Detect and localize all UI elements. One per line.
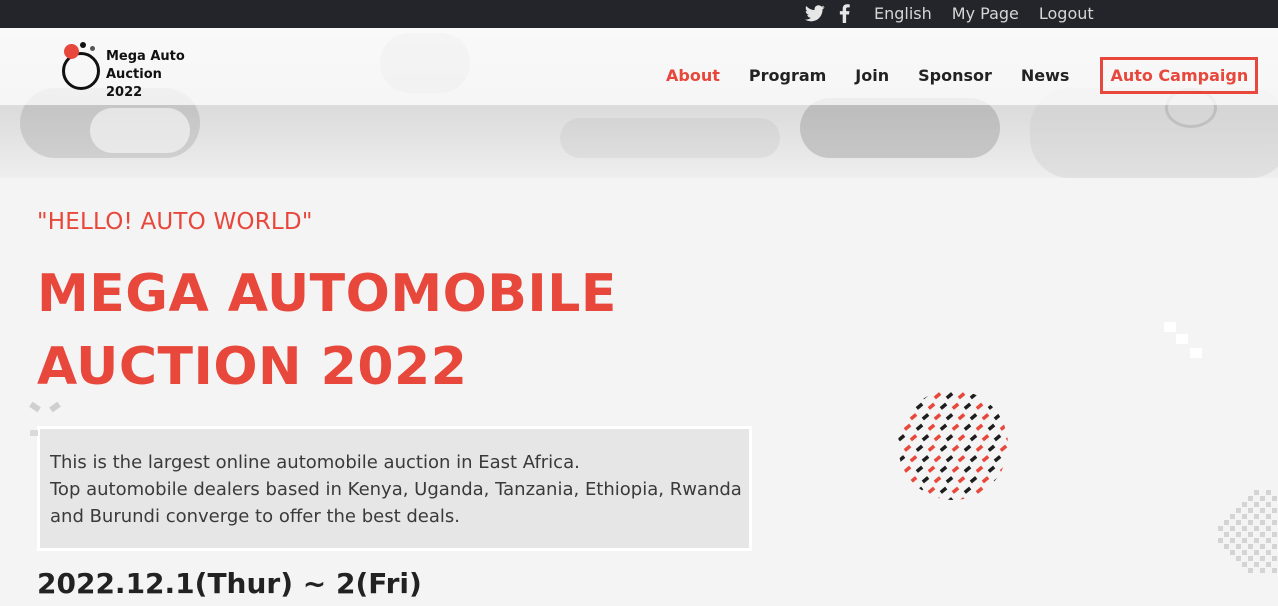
my-page-link[interactable]: My Page — [952, 4, 1019, 23]
site-logo[interactable]: Mega Auto Auction 2022 — [62, 42, 202, 100]
logo-line-1: Mega Auto — [106, 49, 185, 64]
logo-text: Mega Auto Auction 2022 — [106, 48, 202, 102]
hero-title: MEGA AUTOMOBILE AUCTION 2022 — [37, 258, 617, 404]
logo-dot — [64, 44, 79, 59]
description-line-1: This is the largest online automobile au… — [50, 452, 580, 473]
language-link[interactable]: English — [874, 4, 932, 23]
description-line-3: and Burundi converge to offer the best d… — [50, 506, 461, 527]
description-line-2: Top automobile dealers based in Kenya, U… — [50, 479, 742, 500]
twitter-icon[interactable] — [805, 3, 825, 23]
top-utility-bar: English My Page Logout — [0, 0, 1278, 28]
decorative-dot-circle-icon — [898, 392, 1008, 500]
nav-program[interactable]: Program — [749, 66, 826, 85]
hero-title-line-1: MEGA AUTOMOBILE — [37, 264, 617, 324]
auto-campaign-button[interactable]: Auto Campaign — [1100, 57, 1259, 94]
event-date: 2022.12.1(Thur) ~ 2(Fri) — [37, 567, 422, 600]
logo-line-2: Auction 2022 — [106, 67, 162, 100]
nav-sponsor[interactable]: Sponsor — [918, 66, 992, 85]
logo-dot-tiny — [90, 46, 95, 51]
decorative-checker-icon — [1218, 490, 1277, 573]
nav-news[interactable]: News — [1021, 66, 1070, 85]
hero-title-line-2: AUCTION 2022 — [37, 337, 468, 397]
logo-dot-small — [80, 42, 86, 48]
main-nav: About Program Join Sponsor News Auto Cam… — [666, 57, 1259, 94]
hero-tagline: "HELLO! AUTO WORLD" — [37, 209, 313, 235]
nav-about[interactable]: About — [666, 66, 720, 85]
hero-description: This is the largest online automobile au… — [37, 426, 752, 551]
social-links — [805, 3, 850, 23]
decorative-chevron-icon — [29, 402, 61, 436]
decorative-squares-icon — [1164, 322, 1202, 358]
nav-join[interactable]: Join — [855, 66, 889, 85]
account-links: English My Page Logout — [874, 4, 1094, 23]
logout-link[interactable]: Logout — [1039, 4, 1094, 23]
facebook-icon[interactable] — [839, 3, 850, 23]
